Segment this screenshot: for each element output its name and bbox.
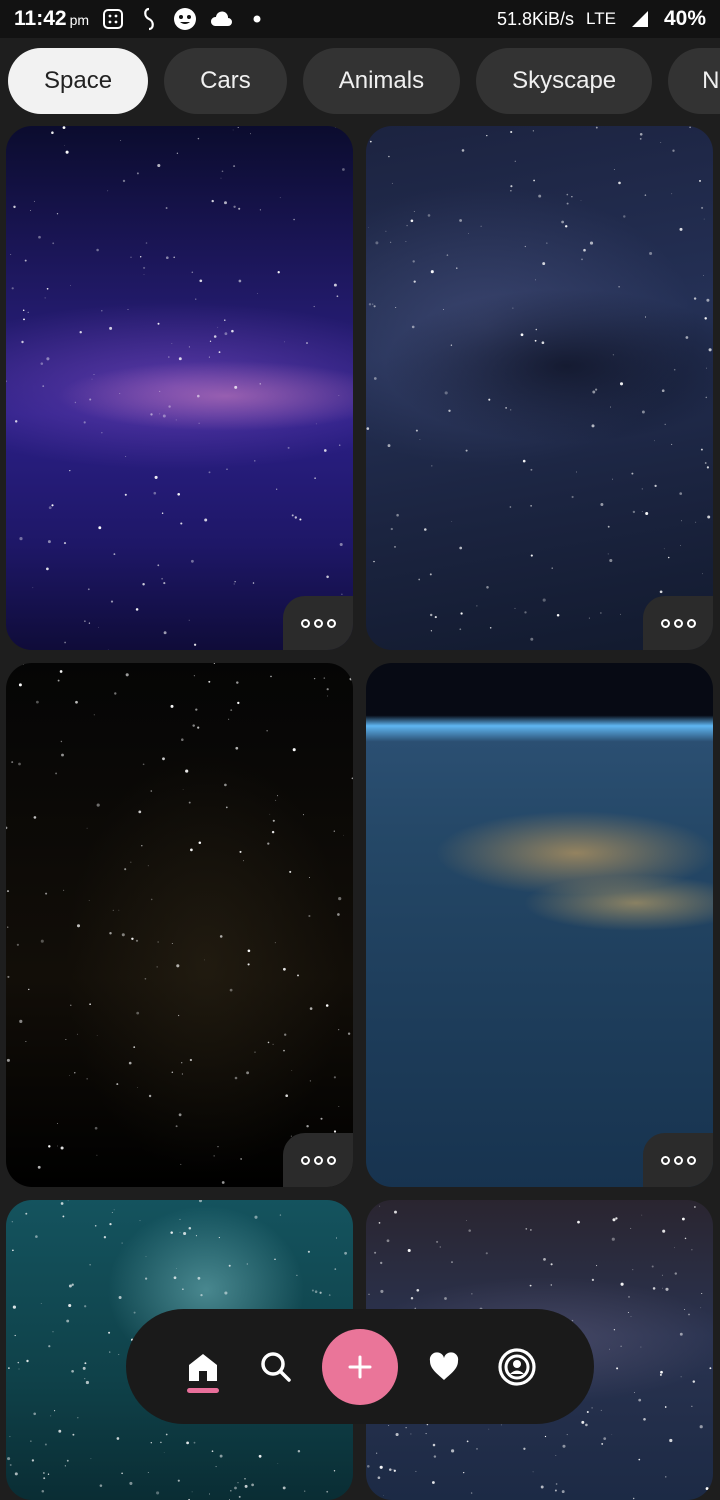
- signal-icon: [628, 7, 652, 31]
- stars-overlay: [6, 126, 353, 650]
- heart-icon: [429, 1351, 458, 1380]
- chip-next[interactable]: Ne: [668, 48, 720, 114]
- stars-overlay: [366, 126, 713, 650]
- status-ampm: pm: [69, 12, 90, 28]
- stars-overlay: [6, 663, 353, 1187]
- keypad-notification-icon: [101, 7, 125, 31]
- wallpaper-card-dark-night-sky[interactable]: [6, 663, 353, 1187]
- bottom-nav: [126, 1309, 594, 1424]
- status-left: 11:42 pm: [14, 7, 269, 31]
- chip-label: Cars: [200, 67, 251, 94]
- add-icon: [348, 1355, 372, 1378]
- home-icon: [188, 1353, 217, 1381]
- dot-icon: [245, 7, 269, 31]
- status-bar: 11:42 pm 51.8KiB/s LTE 40%: [0, 0, 720, 38]
- cloud-icon: [209, 7, 233, 31]
- add-button[interactable]: [321, 1328, 398, 1405]
- more-options-button[interactable]: [283, 1133, 353, 1187]
- wallpaper-card-milky-way-purple[interactable]: [6, 126, 353, 650]
- network-type: LTE: [586, 9, 616, 28]
- more-options-button[interactable]: [643, 1133, 713, 1187]
- nav-profile[interactable]: [489, 1339, 545, 1395]
- chip-animals[interactable]: Animals: [302, 48, 461, 114]
- chip-label: Animals: [338, 67, 425, 94]
- chip-space[interactable]: Space: [8, 48, 149, 114]
- chip-label: Space: [44, 67, 113, 94]
- wallpaper-card-earth-from-orbit[interactable]: [366, 663, 713, 1187]
- more-options-button[interactable]: [643, 596, 713, 650]
- wallpaper-card-starfield-blue[interactable]: [366, 126, 713, 650]
- chip-label: Skyscape: [512, 67, 617, 94]
- app-notification-icon: [137, 7, 161, 31]
- status-time: 11:42 pm: [14, 7, 90, 30]
- more-options-button[interactable]: [283, 596, 353, 650]
- status-right: 51.8KiB/s LTE 40%: [497, 7, 706, 31]
- chip-label: Ne: [702, 67, 720, 94]
- nav-home[interactable]: [175, 1339, 231, 1395]
- nav-favorites[interactable]: [416, 1339, 472, 1395]
- nav-search[interactable]: [248, 1339, 304, 1395]
- face-notification-icon: [173, 7, 197, 31]
- chip-skyscape[interactable]: Skyscape: [476, 48, 653, 114]
- net-speed: 51.8KiB/s: [497, 8, 575, 29]
- category-chips: Space Cars Animals Skyscape Ne: [0, 48, 720, 116]
- battery-level: 40%: [663, 7, 706, 30]
- active-indicator: [186, 1387, 219, 1393]
- search-icon: [261, 1351, 292, 1382]
- chip-cars[interactable]: Cars: [164, 48, 287, 114]
- profile-icon: [498, 1347, 536, 1386]
